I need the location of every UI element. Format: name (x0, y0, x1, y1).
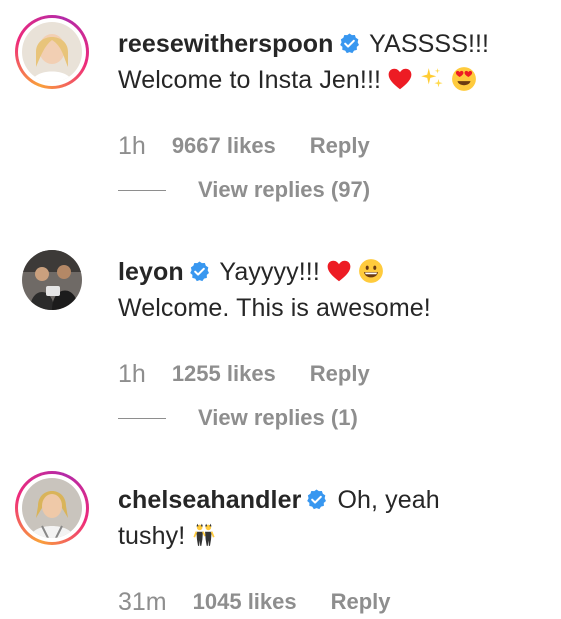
comment-text: tushy! (118, 522, 186, 550)
avatar-photo (22, 250, 82, 310)
username[interactable]: chelseahandler (118, 486, 301, 514)
view-replies-button[interactable]: View replies (97) (118, 175, 370, 205)
reply-button[interactable]: Reply (310, 133, 370, 159)
reply-button[interactable]: Reply (310, 361, 370, 387)
likes-count[interactable]: 1045 likes (193, 589, 297, 615)
verified-badge-icon (188, 260, 211, 283)
comment-leyon: leyon Yayyyy!!! Welcome. This is awesome… (0, 228, 561, 438)
likes-count[interactable]: 9667 likes (172, 133, 276, 159)
username[interactable]: reesewitherspoon (118, 30, 334, 58)
comment-meta: 1h 1255 likes Reply (118, 357, 370, 391)
comment-body: reesewitherspoon YASSSS!!! Welcome to In… (118, 26, 548, 98)
grinning-face-icon (358, 258, 384, 284)
comment-body: chelseahandler Oh, yeah tushy! (118, 482, 548, 554)
comment-body: leyon Yayyyy!!! Welcome. This is awesome… (118, 254, 548, 326)
sparkles-icon (419, 66, 445, 92)
red-heart-icon (387, 66, 413, 92)
timestamp[interactable]: 1h (118, 132, 146, 161)
comment-text: Welcome. This is awesome! (118, 294, 431, 322)
avatar[interactable] (15, 243, 89, 317)
divider (118, 417, 166, 419)
view-replies-label: View replies (97) (198, 177, 371, 202)
verified-badge-icon (305, 488, 328, 511)
avatar[interactable] (15, 15, 89, 89)
likes-count[interactable]: 1255 likes (172, 361, 276, 387)
username[interactable]: leyon (118, 258, 184, 286)
comment-text: Oh, yeah (337, 486, 440, 514)
view-replies-button[interactable]: View replies (1) (118, 403, 358, 433)
heart-eyes-icon (451, 66, 477, 92)
view-replies-label: View replies (1) (198, 405, 358, 430)
reply-button[interactable]: Reply (331, 589, 391, 615)
dancers-icon (191, 522, 217, 548)
comment-text: Welcome to Insta Jen!!! (118, 66, 382, 94)
comment-meta: 31m 1045 likes Reply (118, 585, 391, 619)
avatar-photo (22, 478, 82, 538)
comment-text: Yayyyy!!! (219, 258, 320, 286)
avatar[interactable] (15, 471, 89, 545)
verified-badge-icon (338, 32, 361, 55)
avatar-photo (22, 22, 82, 82)
comment-chelseahandler: chelseahandler Oh, yeah tushy! 31m 1045 … (0, 456, 561, 616)
timestamp[interactable]: 1h (118, 360, 146, 389)
divider (118, 189, 166, 191)
comment-reesewitherspoon: reesewitherspoon YASSSS!!! Welcome to In… (0, 0, 561, 210)
comment-meta: 1h 9667 likes Reply (118, 129, 370, 163)
timestamp[interactable]: 31m (118, 588, 167, 617)
comment-text: YASSSS!!! (369, 30, 490, 58)
red-heart-icon (326, 258, 352, 284)
